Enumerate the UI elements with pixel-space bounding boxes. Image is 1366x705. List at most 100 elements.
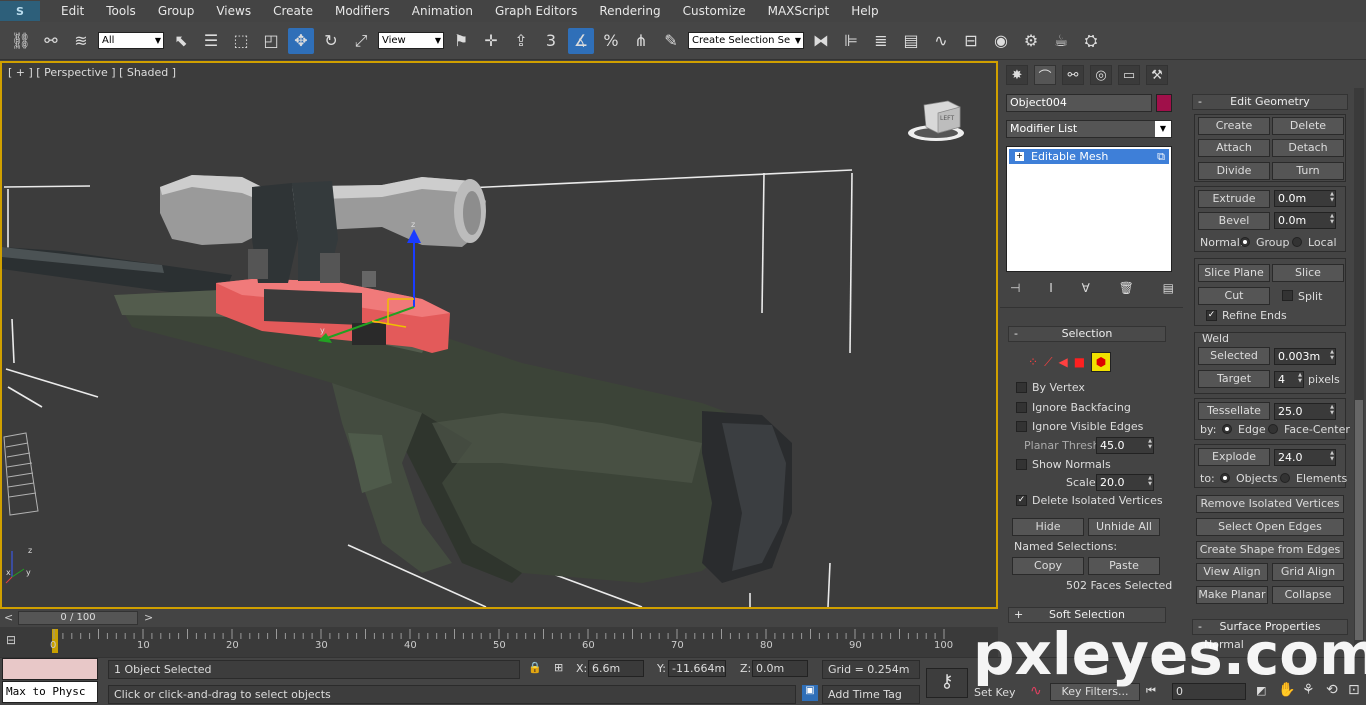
create-tab-icon[interactable]: ✸ bbox=[1006, 65, 1028, 85]
bind-space-warp-icon[interactable]: ≋ bbox=[68, 28, 94, 54]
add-time-tag[interactable]: Add Time Tag bbox=[822, 685, 920, 704]
extrude-spinner[interactable]: 0.0m bbox=[1274, 190, 1336, 207]
bevel-button[interactable]: Bevel bbox=[1198, 212, 1270, 230]
vertex-level-icon[interactable]: ⁘ bbox=[1028, 355, 1038, 369]
layer-manager-icon[interactable]: ≣ bbox=[868, 28, 894, 54]
link-icon[interactable]: ⛓ bbox=[8, 28, 34, 54]
motion-tab-icon[interactable]: ◎ bbox=[1090, 65, 1112, 85]
make-unique-icon[interactable]: ∀ bbox=[1082, 281, 1090, 295]
time-slider[interactable]: < 0 / 100 > bbox=[0, 609, 998, 627]
window-crossing-icon[interactable]: ◰ bbox=[258, 28, 284, 54]
named-selection-select[interactable]: Create Selection Se bbox=[688, 32, 804, 49]
modify-tab-icon[interactable]: ⌒ bbox=[1034, 65, 1056, 85]
edge-level-icon[interactable]: ⟋ bbox=[1044, 355, 1052, 370]
unlink-icon[interactable]: ⚯ bbox=[38, 28, 64, 54]
weld-threshold-spinner[interactable]: 0.003m bbox=[1274, 348, 1336, 365]
weld-target-button[interactable]: Target bbox=[1198, 370, 1270, 388]
rotate-icon[interactable]: ↻ bbox=[318, 28, 344, 54]
collapse-button[interactable]: Collapse bbox=[1272, 586, 1344, 604]
show-end-result-icon[interactable]: Ⅰ bbox=[1049, 281, 1053, 295]
planar-thresh-spinner[interactable]: 45.0 bbox=[1096, 437, 1154, 454]
view-align-button[interactable]: View Align bbox=[1196, 563, 1268, 581]
menu-graph-editors[interactable]: Graph Editors bbox=[484, 0, 588, 22]
utilities-tab-icon[interactable]: ⚒ bbox=[1146, 65, 1168, 85]
delete-button[interactable]: Delete bbox=[1272, 117, 1344, 135]
remove-isolated-button[interactable]: Remove Isolated Vertices bbox=[1196, 495, 1344, 513]
rendered-frame-icon[interactable]: ☕ bbox=[1048, 28, 1074, 54]
ignore-backfacing-checkbox[interactable] bbox=[1016, 402, 1027, 413]
paste-button[interactable]: Paste bbox=[1088, 557, 1160, 575]
grid-align-button[interactable]: Grid Align bbox=[1272, 563, 1344, 581]
render-production-icon[interactable]: ⛭ bbox=[1078, 28, 1104, 54]
x-coordinate-field[interactable]: 6.6m bbox=[588, 660, 644, 677]
menu-maxscript[interactable]: MAXScript bbox=[757, 0, 841, 22]
normal-scale-spinner[interactable]: 20.0 bbox=[1096, 474, 1154, 491]
copy-button[interactable]: Copy bbox=[1012, 557, 1084, 575]
perspective-viewport[interactable]: z y z y x [ + ] [ Perspective ] [ Shaded… bbox=[0, 61, 998, 609]
menu-animation[interactable]: Animation bbox=[401, 0, 484, 22]
graphite-icon[interactable]: ▤ bbox=[898, 28, 924, 54]
edit-named-selection-icon[interactable]: ✎ bbox=[658, 28, 684, 54]
panel-scrollbar-thumb[interactable] bbox=[1355, 400, 1363, 640]
create-button[interactable]: Create bbox=[1198, 117, 1270, 135]
show-normals-checkbox[interactable] bbox=[1016, 459, 1027, 470]
selection-region-icon[interactable]: ⬚ bbox=[228, 28, 254, 54]
attach-button[interactable]: Attach bbox=[1198, 139, 1270, 157]
normal-group-radio[interactable] bbox=[1240, 237, 1250, 247]
tessellate-spinner[interactable]: 25.0 bbox=[1274, 403, 1336, 420]
select-object-icon[interactable]: ⬉ bbox=[168, 28, 194, 54]
edit-geometry-header[interactable]: - Edit Geometry bbox=[1192, 94, 1348, 110]
refine-ends-checkbox[interactable]: ✓ bbox=[1206, 310, 1217, 321]
percent-snap-icon[interactable]: % bbox=[598, 28, 624, 54]
z-coordinate-field[interactable]: 0.0m bbox=[752, 660, 808, 677]
weld-target-spinner[interactable]: 4 bbox=[1274, 371, 1304, 388]
viewcube-face-label[interactable]: LEFT bbox=[940, 115, 954, 122]
absolute-mode-icon[interactable]: ⊞ bbox=[554, 661, 563, 674]
display-tab-icon[interactable]: ▭ bbox=[1118, 65, 1140, 85]
make-planar-button[interactable]: Make Planar bbox=[1196, 586, 1268, 604]
menu-group[interactable]: Group bbox=[147, 0, 206, 22]
modifier-list-dropdown[interactable]: Modifier List ▼ bbox=[1006, 120, 1172, 138]
remove-modifier-icon[interactable]: 🗑 bbox=[1119, 281, 1134, 295]
snap-toggle-icon[interactable]: 3 bbox=[538, 28, 564, 54]
schematic-view-icon[interactable]: ⊟ bbox=[958, 28, 984, 54]
maxscript-input[interactable]: Max to Physc bbox=[2, 681, 98, 703]
material-editor-icon[interactable]: ◉ bbox=[988, 28, 1014, 54]
move-icon[interactable]: ✥ bbox=[288, 27, 314, 54]
split-checkbox[interactable] bbox=[1282, 290, 1293, 301]
time-tag-icon[interactable]: ▣ bbox=[802, 685, 818, 701]
time-prev-icon[interactable]: < bbox=[4, 611, 13, 624]
menu-customize[interactable]: Customize bbox=[672, 0, 757, 22]
tessellate-face-center-radio[interactable] bbox=[1268, 424, 1278, 434]
normal-local-radio[interactable] bbox=[1292, 237, 1302, 247]
select-manipulate-icon[interactable]: ✛ bbox=[478, 28, 504, 54]
menu-edit[interactable]: Edit bbox=[50, 0, 95, 22]
element-level-icon[interactable]: ⬢ bbox=[1091, 352, 1112, 372]
unhide-all-button[interactable]: Unhide All bbox=[1088, 518, 1160, 536]
bevel-spinner[interactable]: 0.0m bbox=[1274, 212, 1336, 229]
time-slider-thumb[interactable]: 0 / 100 bbox=[18, 611, 138, 625]
object-name-field[interactable]: Object004 bbox=[1006, 94, 1152, 112]
reference-coord-select[interactable]: View bbox=[378, 32, 444, 49]
modifier-stack[interactable]: + Editable Mesh ⧉ bbox=[1006, 146, 1172, 272]
explode-spinner[interactable]: 24.0 bbox=[1274, 449, 1336, 466]
cut-button[interactable]: Cut bbox=[1198, 287, 1270, 305]
menu-views[interactable]: Views bbox=[205, 0, 262, 22]
angle-snap-icon[interactable]: ∡ bbox=[568, 27, 594, 54]
object-color-swatch[interactable] bbox=[1156, 94, 1172, 112]
delete-isolated-checkbox[interactable]: ✓ bbox=[1016, 495, 1027, 506]
spinner-snap-icon[interactable]: ⋔ bbox=[628, 28, 654, 54]
time-next-icon[interactable]: > bbox=[144, 611, 153, 624]
key-icon[interactable]: ⚷ bbox=[926, 668, 968, 698]
hide-button[interactable]: Hide bbox=[1012, 518, 1084, 536]
chevron-down-icon[interactable]: ▼ bbox=[1155, 121, 1171, 137]
app-logo-icon[interactable]: S bbox=[0, 1, 40, 21]
detach-button[interactable]: Detach bbox=[1272, 139, 1344, 157]
y-coordinate-field[interactable]: -11.664m bbox=[668, 660, 726, 677]
select-by-name-icon[interactable]: ☰ bbox=[198, 28, 224, 54]
track-bar[interactable]: ⊟ 0 10 20 30 40 50 60 70 80 90 100 bbox=[0, 627, 998, 657]
menu-create[interactable]: Create bbox=[262, 0, 324, 22]
extrude-button[interactable]: Extrude bbox=[1198, 190, 1270, 208]
stack-item-editable-mesh[interactable]: + Editable Mesh ⧉ bbox=[1009, 149, 1169, 164]
keyboard-shortcut-icon[interactable]: ⇪ bbox=[508, 28, 534, 54]
